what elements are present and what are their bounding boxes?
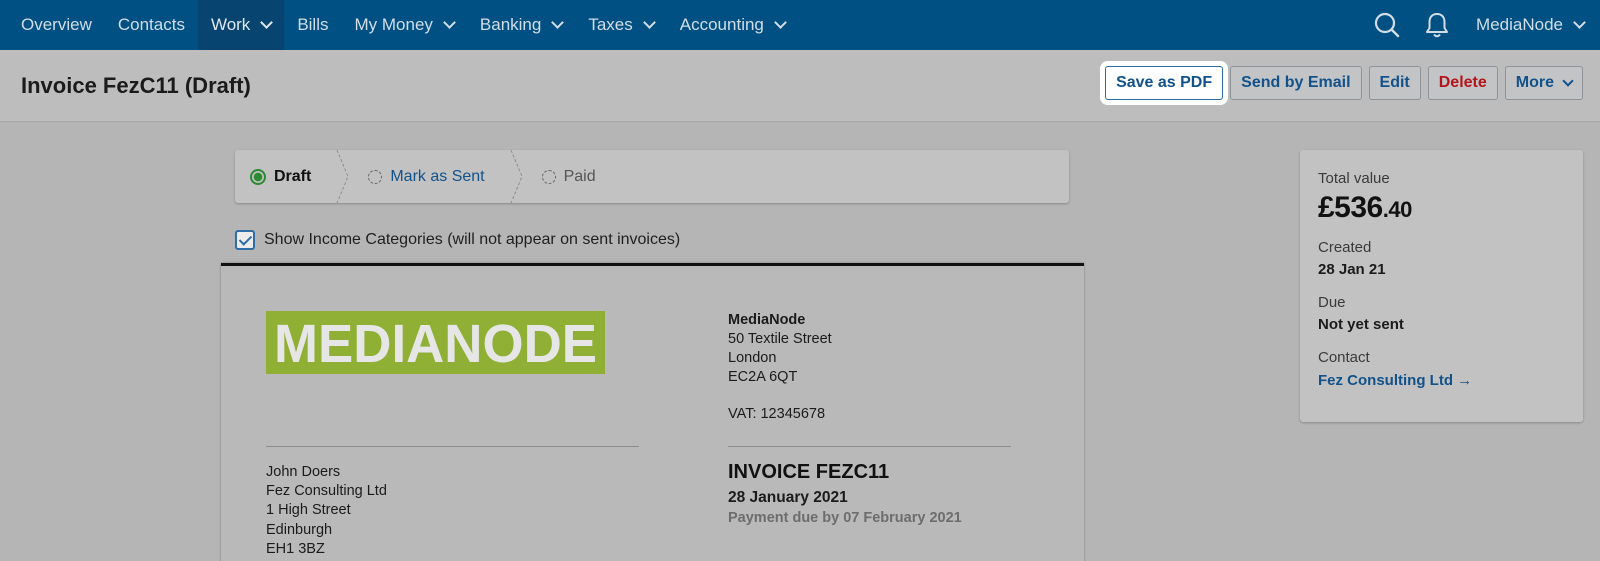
sender-name: MediaNode	[728, 312, 806, 328]
edit-button[interactable]: Edit	[1368, 66, 1421, 100]
chevron-down-icon	[1573, 16, 1586, 29]
account-menu[interactable]: MediaNode	[1462, 15, 1600, 35]
top-navigation: Overview Contacts Work Bills My Money Ba…	[0, 0, 1600, 50]
show-income-categories: Show Income Categories (will not appear …	[235, 230, 680, 250]
send-by-email-button[interactable]: Send by Email	[1230, 66, 1362, 100]
step-draft: Draft	[235, 168, 311, 186]
dashed-circle-icon	[541, 169, 556, 184]
step-mark-as-sent[interactable]: Mark as Sent	[368, 167, 485, 186]
nav-work[interactable]: Work	[197, 0, 285, 50]
step-separator	[510, 149, 524, 204]
total-value-label: Total value	[1318, 170, 1390, 187]
due-label: Due	[1318, 294, 1346, 311]
step-draft-label: Draft	[274, 167, 312, 185]
sender-address-line: 50 Textile Street	[728, 331, 832, 347]
nav-work-label: Work	[210, 15, 251, 34]
step-separator	[336, 149, 350, 204]
nav-overview[interactable]: Overview	[0, 0, 105, 50]
recipient-line: John Doers	[266, 464, 341, 480]
step-mark-as-sent-label: Mark as Sent	[390, 167, 485, 185]
recipient-address: John Doers Fez Consulting Ltd 1 High Str…	[266, 463, 387, 559]
nav-right: MediaNode	[1362, 0, 1600, 50]
nav-banking-label: Banking	[479, 15, 542, 34]
total-value-pounds: £536	[1318, 191, 1383, 224]
sender-address-line: London	[728, 350, 777, 366]
page-header: Invoice FezC11 (Draft) Save as PDF Send …	[0, 50, 1600, 122]
recipient-line: EH1 3BZ	[266, 540, 325, 557]
svg-text:MEDIANODE: MEDIANODE	[274, 314, 597, 374]
medianode-logo: MEDIANODE	[266, 311, 605, 374]
chevron-down-icon	[443, 16, 456, 29]
chevron-down-icon	[642, 16, 656, 29]
status-steps: Draft Mark as Sent Paid	[235, 149, 1069, 204]
payment-due-date: Payment due by 07 February 2021	[728, 510, 962, 526]
more-label: More	[1515, 74, 1554, 91]
sender-address: MediaNode 50 Textile Street London EC2A …	[728, 311, 832, 424]
dashed-circle-icon	[368, 169, 383, 184]
chevron-down-icon	[551, 16, 565, 29]
step-paid: Paid	[541, 167, 596, 186]
search-icon[interactable]	[1362, 0, 1412, 50]
nav-taxes[interactable]: Taxes	[575, 0, 666, 50]
recipient-line: 1 High Street	[266, 502, 351, 519]
chevron-down-icon	[774, 16, 787, 29]
bell-icon[interactable]	[1412, 0, 1462, 50]
show-income-categories-label[interactable]: Show Income Categories (will not appear …	[264, 231, 680, 249]
contact-link[interactable]: Fez Consulting Ltd →	[1318, 372, 1565, 389]
sender-vat: VAT: 12345678	[728, 406, 826, 422]
save-as-pdf-button[interactable]: Save as PDF	[1105, 66, 1224, 100]
nav-banking[interactable]: Banking	[467, 0, 575, 50]
chevron-down-icon	[1562, 74, 1574, 87]
chevron-down-icon	[260, 16, 274, 29]
total-value: £536.40	[1318, 191, 1565, 225]
sender-address-line: EC2A 6QT	[728, 369, 798, 385]
account-label: MediaNode	[1476, 15, 1563, 34]
invoice-summary-panel: Total value £536.40 Created 28 Jan 21 Du…	[1300, 150, 1583, 422]
nav-accounting-label: Accounting	[679, 15, 764, 34]
divider	[728, 446, 1011, 447]
check-circle-icon	[250, 168, 266, 185]
due-value: Not yet sent	[1318, 316, 1404, 333]
nav-my-money[interactable]: My Money	[341, 0, 466, 50]
delete-button[interactable]: Delete	[1427, 66, 1498, 100]
more-button[interactable]: More	[1504, 66, 1583, 100]
invoice-preview: MEDIANODE MediaNode 50 Textile Street Lo…	[221, 263, 1084, 561]
created-label: Created	[1318, 239, 1372, 256]
nav-contacts-label: Contacts	[117, 15, 185, 34]
page-title: Invoice FezC11 (Draft)	[21, 73, 251, 98]
recipient-line: Fez Consulting Ltd	[266, 483, 387, 500]
contact-label: Contact	[1318, 349, 1370, 366]
nav-bills-label: Bills	[297, 15, 329, 34]
step-paid-label: Paid	[563, 167, 596, 185]
nav-accounting[interactable]: Accounting	[667, 0, 798, 50]
invoice-number-heading: INVOICE FEZC11	[728, 461, 890, 483]
nav-my-money-label: My Money	[354, 15, 433, 34]
nav-contacts[interactable]: Contacts	[105, 0, 198, 50]
show-income-categories-checkbox[interactable]	[235, 230, 255, 250]
total-value-pence: .40	[1382, 197, 1413, 222]
created-value: 28 Jan 21	[1318, 261, 1386, 278]
invoice-date: 28 January 2021	[728, 489, 848, 506]
nav-taxes-label: Taxes	[588, 15, 633, 34]
divider	[266, 446, 639, 447]
recipient-line: Edinburgh	[266, 521, 333, 538]
nav-overview-label: Overview	[21, 15, 92, 34]
invoice-actions: Save as PDF Send by Email Edit Delete Mo…	[1098, 66, 1583, 100]
nav-bills[interactable]: Bills	[284, 0, 341, 50]
